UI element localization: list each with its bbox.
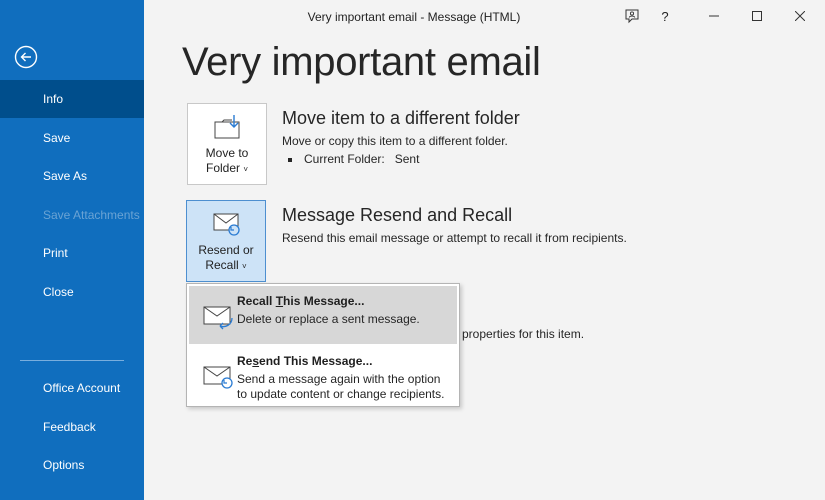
current-folder-row: Current Folder: Sent xyxy=(288,152,419,166)
sidebar-item-save[interactable]: Save xyxy=(0,119,144,157)
minimize-icon[interactable] xyxy=(691,0,737,32)
resend-message-title: Resend This Message... xyxy=(237,354,373,368)
current-folder-label: Current Folder: xyxy=(304,152,385,166)
chevron-down-icon: ˅ xyxy=(242,262,247,271)
resend-section-title: Message Resend and Recall xyxy=(282,205,513,225)
move-tile-label-2: Folder xyxy=(205,161,240,175)
recall-message-desc: Delete or replace a sent message. xyxy=(237,312,420,326)
envelope-resend-icon xyxy=(213,211,241,237)
sidebar-item-office-account[interactable]: Office Account xyxy=(0,369,144,407)
sidebar-item-info[interactable]: Info xyxy=(0,80,144,118)
sidebar-item-save-attachments: Save Attachments xyxy=(43,208,140,222)
resend-tile-label-1: Resend or xyxy=(198,243,254,257)
properties-text: properties for this item. xyxy=(462,327,585,341)
back-arrow-icon[interactable] xyxy=(14,45,38,69)
close-icon[interactable] xyxy=(777,0,823,32)
recall-message-title: Recall This Message... xyxy=(237,294,365,308)
recall-message-item[interactable]: Recall This Message... Delete or replace… xyxy=(189,286,457,344)
resend-or-recall-button[interactable]: Resend or Recall ˅ xyxy=(186,200,266,282)
page-title: Very important email xyxy=(182,40,541,84)
sidebar-item-feedback[interactable]: Feedback xyxy=(0,408,144,446)
sidebar-item-options[interactable]: Options xyxy=(0,446,144,484)
backstage-sidebar: Info Save Save As Save Attachments Print… xyxy=(0,0,144,500)
move-section-title: Move item to a different folder xyxy=(282,108,520,128)
move-to-folder-button[interactable]: Move to Folder ˅ xyxy=(187,103,267,185)
maximize-icon[interactable] xyxy=(734,0,780,32)
window-title: Very important email - Message (HTML) xyxy=(307,10,521,24)
help-button[interactable]: ? xyxy=(642,0,688,32)
chevron-down-icon: ˅ xyxy=(243,165,249,174)
move-folder-icon xyxy=(214,114,242,140)
envelope-recall-icon xyxy=(203,304,235,330)
sidebar-item-close[interactable]: Close xyxy=(0,273,144,311)
title-bar: Very important email - Message (HTML) ? xyxy=(144,0,825,34)
sidebar-item-save-as[interactable]: Save As xyxy=(0,157,144,195)
move-tile-label-1: Move to xyxy=(205,146,249,160)
resend-section-desc: Resend this email message or attempt to … xyxy=(282,231,627,245)
sidebar-item-print[interactable]: Print xyxy=(0,234,144,272)
resend-tile-label-2: Recall xyxy=(205,258,239,272)
resend-message-item[interactable]: Resend This Message... Send a message ag… xyxy=(189,346,457,404)
move-section-desc: Move or copy this item to a different fo… xyxy=(282,134,508,148)
current-folder-value: Sent xyxy=(394,152,420,166)
envelope-resend-icon xyxy=(203,364,235,390)
resend-message-desc: Send a message again with the option to … xyxy=(237,372,445,401)
resend-recall-dropdown: Recall This Message... Delete or replace… xyxy=(186,283,460,407)
sidebar-divider xyxy=(20,360,124,361)
